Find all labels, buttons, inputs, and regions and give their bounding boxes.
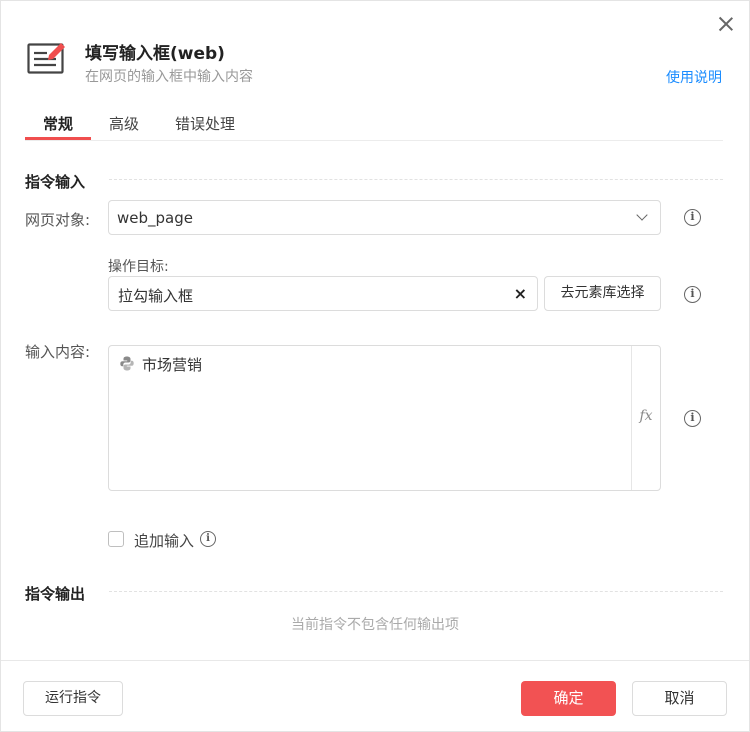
web-object-value: web_page [117,209,193,227]
info-icon[interactable]: i [684,286,701,303]
edit-document-icon [27,43,65,74]
info-icon[interactable]: i [684,209,701,226]
info-icon[interactable]: i [200,531,216,547]
content-editor[interactable]: 市场营销 fx [108,345,661,491]
info-icon[interactable]: i [684,410,701,427]
pick-element-button[interactable]: 去元素库选择 [544,276,661,311]
append-input-label: 追加输入 [134,532,195,550]
output-section-divider [109,591,723,592]
dialog-subtitle: 在网页的输入框中输入内容 [85,69,253,85]
append-input-checkbox[interactable] [108,531,124,547]
web-object-label: 网页对象: [25,211,91,229]
target-value: 拉勾输入框 [118,287,194,305]
token-text: 市场营销 [142,356,203,374]
tab-general[interactable]: 常规 [43,113,73,134]
output-section-title: 指令输出 [25,585,86,603]
clear-icon[interactable]: × [514,285,527,303]
tab-error-handling[interactable]: 错误处理 [175,113,235,134]
empty-output-hint: 当前指令不包含任何输出项 [291,617,459,633]
dialog-title: 填写输入框(web) [85,44,225,64]
chevron-down-icon [636,209,648,221]
cancel-button[interactable]: 取消 [632,681,727,716]
tab-advanced[interactable]: 高级 [109,113,139,134]
fill-input-dialog: 填写输入框(web) 在网页的输入框中输入内容 使用说明 常规 高级 错误处理 … [0,0,750,732]
tab-bar: 常规 高级 错误处理 [25,105,723,141]
python-icon [120,356,134,371]
confirm-button[interactable]: 确定 [521,681,616,716]
target-input[interactable]: 拉勾输入框 × [108,276,538,311]
input-section-divider [109,179,723,180]
function-icon[interactable]: fx [635,408,657,424]
editor-divider [631,346,632,490]
web-object-select[interactable]: web_page [108,200,661,235]
run-command-button[interactable]: 运行指令 [23,681,123,716]
active-tab-indicator [25,137,91,140]
input-section-title: 指令输入 [25,173,86,191]
dialog-footer: 运行指令 确定 取消 [1,660,749,732]
close-icon[interactable] [717,15,735,33]
target-label: 操作目标: [108,259,169,275]
help-link[interactable]: 使用说明 [666,67,722,87]
content-label: 输入内容: [25,343,91,361]
